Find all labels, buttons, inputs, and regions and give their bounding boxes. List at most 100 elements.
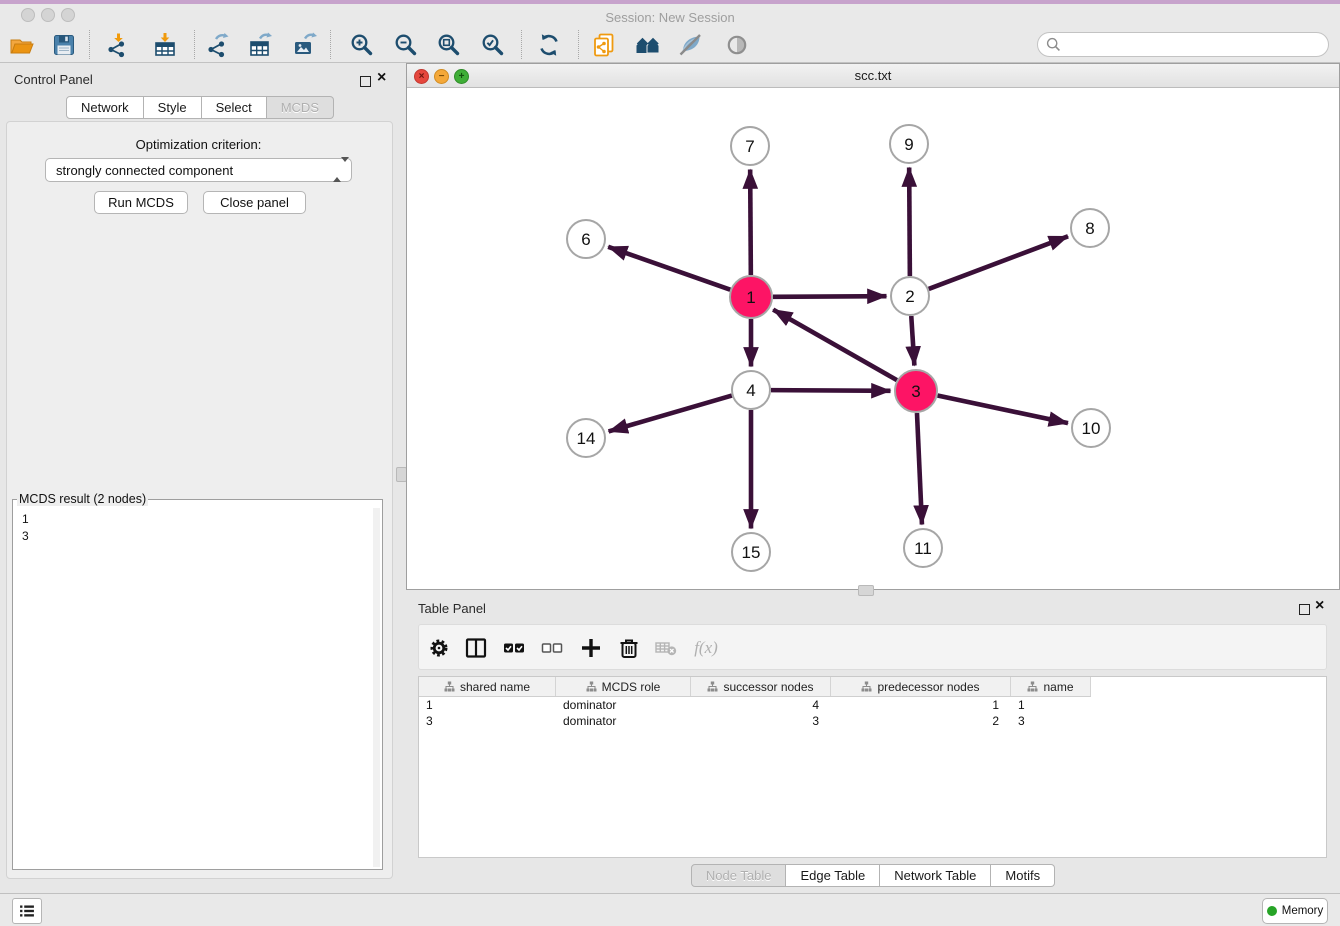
- network-edge-1-7[interactable]: [750, 169, 751, 275]
- add-row-button[interactable]: [576, 634, 606, 662]
- export-table-icon: [248, 32, 274, 58]
- network-edge-4-3[interactable]: [771, 390, 891, 391]
- apply-layout-button[interactable]: [534, 31, 564, 59]
- clone-network-button[interactable]: [589, 31, 619, 59]
- import-table-icon: [152, 32, 178, 58]
- deselect-all-icon: [539, 635, 565, 661]
- home-button[interactable]: [633, 31, 663, 59]
- column-type-icon: [444, 681, 455, 692]
- select-all-button[interactable]: [499, 634, 529, 662]
- node-label-1: 1: [746, 288, 755, 307]
- network-edge-3-10[interactable]: [938, 396, 1068, 424]
- network-edge-3-1[interactable]: [773, 310, 897, 380]
- export-network-button[interactable]: [203, 31, 233, 59]
- deselect-all-button[interactable]: [537, 634, 567, 662]
- tab-select[interactable]: Select: [202, 96, 267, 119]
- mcds-result-scrollbar[interactable]: [373, 508, 380, 867]
- table-cell: 1: [419, 698, 556, 712]
- close-panel-button[interactable]: Close panel: [203, 191, 306, 214]
- import-network-button[interactable]: [103, 31, 133, 59]
- toolbar-separator: [578, 30, 579, 59]
- zoom-in-icon: [349, 32, 375, 58]
- list-icon: [18, 902, 36, 920]
- zoom-in-button[interactable]: [347, 31, 377, 59]
- table-panel-float-button[interactable]: [1299, 602, 1310, 620]
- network-edge-2-3[interactable]: [911, 316, 914, 366]
- delete-table-icon: [653, 635, 679, 661]
- table-cell: dominator: [556, 698, 691, 712]
- function-builder-button[interactable]: f(x): [691, 634, 721, 662]
- mcds-result-group: MCDS result (2 nodes) 13: [12, 492, 383, 870]
- network-edge-3-11[interactable]: [917, 413, 922, 525]
- zoom-fit-icon: [436, 32, 462, 58]
- float-icon: [1299, 604, 1310, 615]
- search-input[interactable]: [1037, 32, 1329, 57]
- toolbar-separator: [330, 30, 331, 59]
- table-panel-close-button[interactable]: ×: [1315, 601, 1324, 611]
- task-history-button[interactable]: [12, 898, 42, 924]
- tab-network-table[interactable]: Network Table: [880, 864, 991, 887]
- network-window-titlebar[interactable]: × − + scc.txt: [407, 64, 1339, 88]
- horizontal-splitter-handle[interactable]: [858, 585, 874, 596]
- tab-mcds[interactable]: MCDS: [267, 96, 334, 119]
- tab-edge-table[interactable]: Edge Table: [786, 864, 880, 887]
- network-edge-2-8[interactable]: [929, 236, 1068, 289]
- criterion-select[interactable]: strongly connected component: [45, 158, 352, 182]
- table-cell: 3: [419, 714, 556, 728]
- column-header-2[interactable]: successor nodes: [691, 677, 831, 696]
- table-cell: 3: [691, 714, 831, 728]
- tab-motifs[interactable]: Motifs: [991, 864, 1055, 887]
- open-button[interactable]: [7, 31, 37, 59]
- node-label-14: 14: [577, 429, 596, 448]
- table-toolbar: f(x): [418, 624, 1327, 670]
- network-edge-1-2[interactable]: [773, 296, 887, 297]
- memory-button[interactable]: Memory: [1262, 898, 1328, 924]
- table-settings-button[interactable]: [424, 634, 454, 662]
- graphics-details-button[interactable]: [676, 31, 706, 59]
- save-icon: [51, 32, 77, 58]
- delete-row-button[interactable]: [614, 634, 644, 662]
- control-panel-close-button[interactable]: ×: [377, 73, 386, 83]
- network-graph[interactable]: 7968124314101511: [407, 88, 1339, 588]
- criterion-value: strongly connected component: [56, 163, 233, 178]
- network-edge-4-14[interactable]: [609, 396, 732, 432]
- zoom-selected-button[interactable]: [478, 31, 508, 59]
- tab-network[interactable]: Network: [66, 96, 144, 119]
- tab-style[interactable]: Style: [144, 96, 202, 119]
- table-cell: 2: [831, 714, 1011, 728]
- node-label-9: 9: [904, 135, 913, 154]
- import-table-button[interactable]: [150, 31, 180, 59]
- tab-node-table[interactable]: Node Table: [691, 864, 787, 887]
- save-button[interactable]: [49, 31, 79, 59]
- column-header-3[interactable]: predecessor nodes: [831, 677, 1011, 696]
- table-panel-title: Table Panel: [418, 600, 486, 618]
- delete-table-button[interactable]: [651, 634, 681, 662]
- export-image-button[interactable]: [290, 31, 320, 59]
- network-edge-2-9[interactable]: [909, 167, 910, 276]
- gear-icon: [426, 635, 452, 661]
- mcds-result-text[interactable]: 13: [15, 508, 373, 867]
- control-panel-tabs: Network Style Select MCDS: [0, 96, 400, 119]
- column-header-1[interactable]: MCDS role: [556, 677, 691, 696]
- column-header-4[interactable]: name: [1011, 677, 1091, 696]
- export-table-button[interactable]: [246, 31, 276, 59]
- zoom-out-icon: [393, 32, 419, 58]
- table-cell: 4: [691, 698, 831, 712]
- search-icon: [1046, 37, 1061, 52]
- main-toolbar: [0, 27, 1340, 63]
- eye-button[interactable]: [722, 31, 752, 59]
- show-columns-button[interactable]: [461, 634, 491, 662]
- network-edge-1-6[interactable]: [608, 247, 730, 290]
- column-header-0[interactable]: shared name: [419, 677, 556, 696]
- run-mcds-button[interactable]: Run MCDS: [94, 191, 188, 214]
- zoom-fit-button[interactable]: [434, 31, 464, 59]
- table-cell: 1: [831, 698, 1011, 712]
- node-label-8: 8: [1085, 219, 1094, 238]
- zoom-out-button[interactable]: [391, 31, 421, 59]
- status-bar: Memory: [0, 893, 1340, 926]
- export-network-icon: [205, 32, 231, 58]
- table-row[interactable]: 1dominator411: [419, 697, 1326, 713]
- table-row[interactable]: 3dominator323: [419, 713, 1326, 729]
- control-panel-float-button[interactable]: [360, 74, 371, 92]
- memory-status-icon: [1267, 906, 1277, 916]
